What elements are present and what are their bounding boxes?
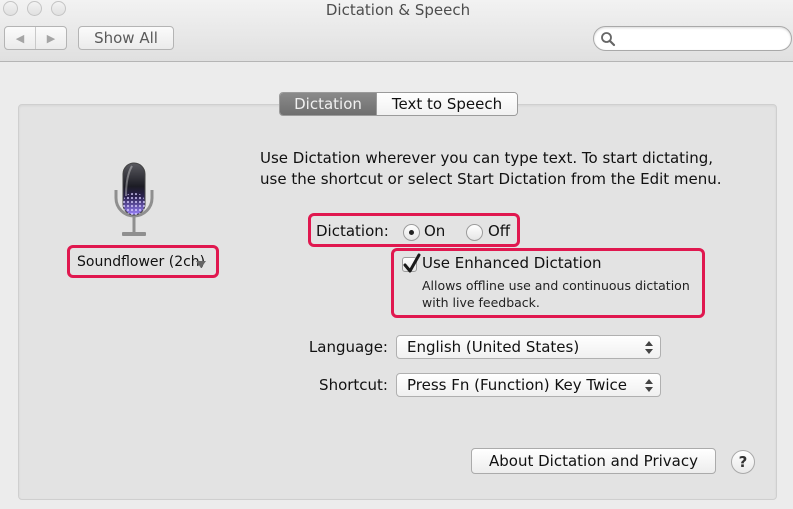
show-all-button[interactable]: Show All (78, 26, 174, 50)
window-toolbar: Dictation & Speech ◀ ▶ Show All (0, 0, 793, 62)
triangle-right-icon: ▶ (46, 31, 56, 45)
microphone-icon (114, 162, 154, 236)
dictation-on-label[interactable]: On (424, 222, 445, 240)
checkmark-icon (403, 253, 421, 273)
input-device-popup[interactable]: Soundflower (2ch) (67, 245, 219, 278)
back-forward-control: ◀ ▶ (4, 26, 67, 50)
dictation-toggle-group: Dictation: On Off (308, 213, 520, 247)
up-down-arrows-icon (645, 379, 653, 392)
back-button[interactable]: ◀ (5, 27, 36, 49)
tab-text-to-speech[interactable]: Text to Speech (376, 93, 517, 115)
help-button[interactable]: ? (731, 450, 755, 474)
shortcut-label: Shortcut: (319, 376, 388, 394)
up-down-arrows-icon (645, 341, 653, 354)
enhanced-dictation-checkbox[interactable] (402, 253, 421, 273)
enhanced-dictation-description: Allows offline use and continuous dictat… (422, 278, 690, 310)
language-popup[interactable]: English (United States) (396, 335, 661, 359)
magnifier-icon (601, 32, 616, 47)
shortcut-value: Press Fn (Function) Key Twice (407, 376, 627, 394)
language-value: English (United States) (407, 338, 580, 356)
dictation-intro-text: Use Dictation wherever you can type text… (260, 149, 722, 188)
dictation-on-radio[interactable] (403, 224, 420, 241)
tab-dictation[interactable]: Dictation (280, 93, 376, 115)
enhanced-dictation-group: Use Enhanced Dictation Allows offline us… (391, 248, 705, 318)
triangle-left-icon: ◀ (15, 31, 25, 45)
dictation-off-radio[interactable] (466, 224, 483, 241)
input-device-value: Soundflower (2ch) (77, 254, 206, 270)
enhanced-dictation-label[interactable]: Use Enhanced Dictation (422, 254, 602, 272)
window-title: Dictation & Speech (325, 1, 471, 19)
search-field[interactable] (593, 26, 792, 51)
dictation-off-label[interactable]: Off (488, 222, 510, 240)
about-dictation-privacy-button[interactable]: About Dictation and Privacy (471, 448, 716, 474)
forward-button[interactable]: ▶ (36, 27, 66, 49)
language-label: Language: (308, 338, 388, 356)
triangle-down-icon (196, 261, 206, 268)
tab-bar: Dictation Text to Speech (279, 92, 518, 116)
dictation-label: Dictation: (316, 222, 389, 240)
shortcut-popup[interactable]: Press Fn (Function) Key Twice (396, 373, 661, 397)
